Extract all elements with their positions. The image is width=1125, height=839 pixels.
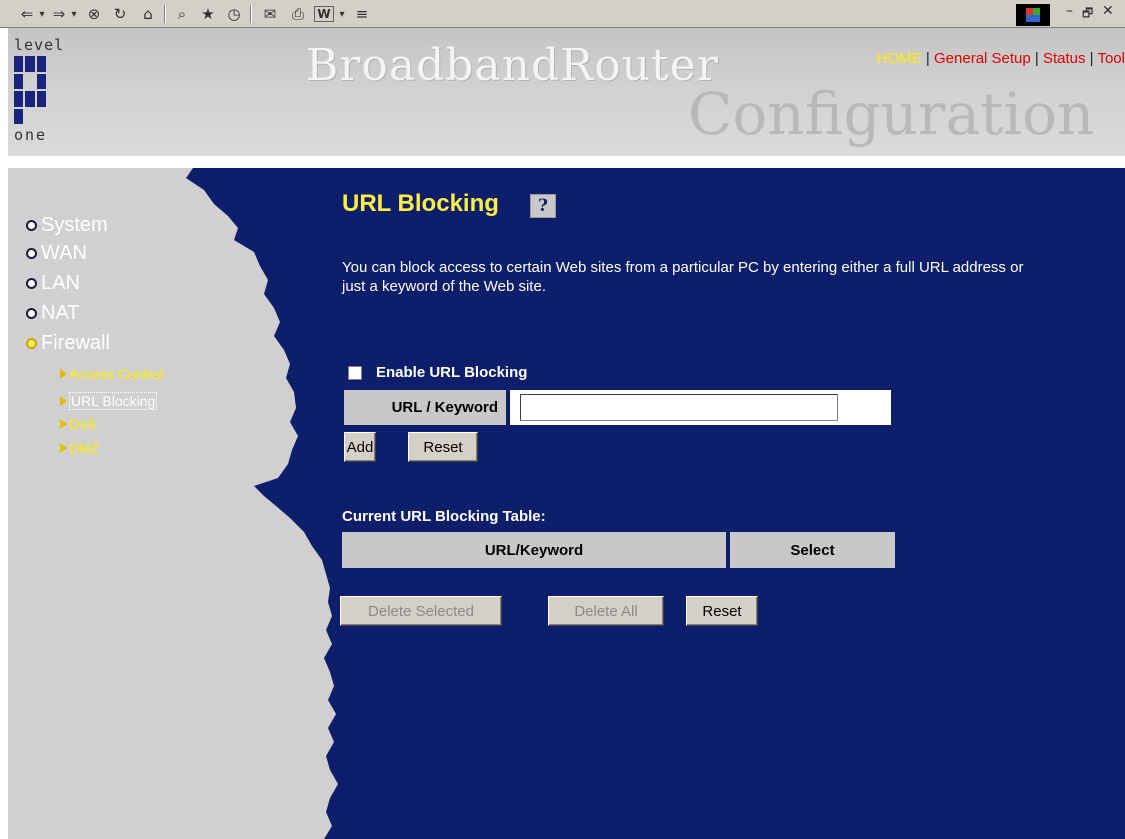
delete-all-button[interactable]: Delete All (548, 596, 664, 626)
enable-url-blocking-label: Enable URL Blocking (376, 364, 528, 381)
favorites-icon[interactable]: ★ (198, 4, 218, 24)
minimize-icon[interactable]: – (1066, 3, 1073, 19)
sidebar-subitem-url-blocking[interactable]: URL Blocking (60, 392, 158, 410)
nav-separator: | (1030, 50, 1043, 67)
nav-status-link[interactable]: Status (1043, 50, 1086, 67)
logo-blocks-icon (14, 56, 46, 124)
radio-icon (26, 220, 37, 231)
banner-subtitle: Configuration (688, 80, 1095, 148)
sidebar-item-label: NAT (41, 302, 80, 324)
keyword-input[interactable] (520, 394, 838, 421)
back-dropdown-icon[interactable]: ▾ (36, 4, 48, 24)
banner-title: BroadbandRouter (306, 40, 719, 91)
edit-dropdown-icon[interactable]: ▾ (336, 4, 348, 24)
radio-icon (26, 248, 37, 259)
keyword-label: URL / Keyword (344, 390, 506, 425)
sidebar-item-label: WAN (41, 242, 87, 264)
radio-icon (26, 308, 37, 319)
restore-icon[interactable]: 🗗 (1082, 4, 1093, 25)
table-caption: Current URL Blocking Table: (342, 508, 546, 525)
sidebar-subitem-access-control[interactable]: Access Control (60, 366, 163, 382)
sidebar-item-wan[interactable]: WAN (26, 242, 87, 265)
refresh-icon[interactable]: ↻ (110, 4, 130, 24)
radio-checked-icon (26, 338, 37, 349)
sidebar-subitem-dos[interactable]: DoS (60, 416, 96, 432)
page-title: URL Blocking (342, 190, 499, 217)
nav-tool-link[interactable]: Tool (1097, 50, 1125, 67)
triangle-right-icon (60, 419, 67, 429)
windows-logo-icon (1016, 4, 1050, 26)
forward-dropdown-icon[interactable]: ▾ (68, 4, 80, 24)
main-content: System WAN LAN NAT Firewall Access Contr… (8, 168, 1125, 839)
print-icon[interactable]: ⎙ (288, 4, 308, 24)
enable-url-blocking-checkbox[interactable] (348, 365, 362, 380)
header-banner: level one Configuration BroadbandRouter … (8, 28, 1125, 156)
logo-level-text: level (14, 36, 65, 54)
sidebar-item-label: LAN (41, 272, 80, 294)
history-icon[interactable]: ◷ (224, 4, 244, 24)
reset-table-button[interactable]: Reset (686, 596, 758, 626)
browser-toolbar: ⇐ ▾ ⇒ ▾ ⊗ ↻ ⌂ ⌕ ★ ◷ ✉ ⎙ W ▾ ≡ – 🗗 ✕ (0, 0, 1125, 28)
column-header-select: Select (730, 532, 895, 568)
add-button[interactable]: Add (344, 432, 376, 462)
sidebar-item-system[interactable]: System (26, 214, 108, 237)
back-icon[interactable]: ⇐ (18, 4, 36, 24)
triangle-right-icon (60, 396, 67, 406)
sidebar-item-firewall[interactable]: Firewall (26, 332, 110, 355)
nav-home-link[interactable]: HOME (877, 50, 922, 67)
triangle-right-icon (60, 443, 67, 453)
sidebar-item-lan[interactable]: LAN (26, 272, 80, 295)
header-divider (0, 156, 1125, 168)
toolbar-separator (250, 5, 252, 23)
sidebar-subitem-label: DoS (69, 416, 97, 432)
toolbar-separator (164, 5, 166, 23)
sidebar-subitem-label: URL Blocking (69, 392, 158, 410)
radio-icon (26, 278, 37, 289)
logo-one-text: one (14, 126, 48, 144)
reset-keyword-button[interactable]: Reset (408, 432, 478, 462)
sidebar-item-label: Firewall (41, 332, 110, 354)
nav-general-setup-link[interactable]: General Setup (934, 50, 1031, 67)
sidebar-subitem-label: Access Control (69, 366, 164, 382)
stop-icon[interactable]: ⊗ (84, 4, 104, 24)
triangle-right-icon (60, 369, 67, 379)
keyword-row: URL / Keyword (344, 390, 891, 425)
discuss-icon[interactable]: ≡ (352, 4, 372, 24)
url-blocking-table-header: URL/Keyword Select (342, 532, 895, 568)
home-icon[interactable]: ⌂ (138, 4, 158, 24)
forward-icon[interactable]: ⇒ (50, 4, 68, 24)
sidebar-subitem-dmz[interactable]: DMZ (60, 440, 99, 456)
nav-separator: | (921, 50, 934, 67)
sidebar-item-nat[interactable]: NAT (26, 302, 80, 325)
close-icon[interactable]: ✕ (1102, 3, 1114, 19)
mail-icon[interactable]: ✉ (258, 4, 282, 24)
levelone-logo: level one (14, 36, 74, 148)
enable-url-blocking-row[interactable]: Enable URL Blocking (348, 364, 527, 381)
nav-separator: | (1085, 50, 1098, 67)
page-description: You can block access to certain Web site… (342, 259, 1024, 295)
keyword-cell (510, 390, 891, 425)
word-icon[interactable]: W (314, 6, 334, 22)
help-icon[interactable]: ? (530, 194, 556, 218)
sidebar-subitem-label: DMZ (69, 440, 100, 456)
top-navigation: HOME | General Setup | Status | Tool (877, 50, 1125, 67)
sidebar-item-label: System (41, 214, 108, 236)
search-icon[interactable]: ⌕ (172, 4, 192, 24)
sidebar-background (8, 168, 338, 839)
delete-selected-button[interactable]: Delete Selected (340, 596, 502, 626)
column-header-url-keyword: URL/Keyword (342, 532, 726, 568)
